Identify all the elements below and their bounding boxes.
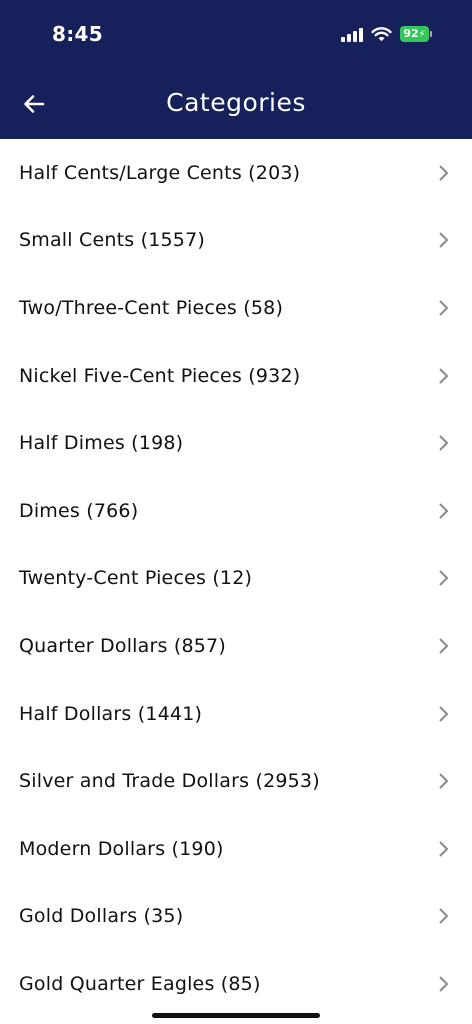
list-item[interactable]: Silver and Trade Dollars (2953)	[0, 747, 472, 815]
category-list: Half Cents/Large Cents (203) Small Cents…	[0, 139, 472, 1018]
wifi-icon	[371, 27, 392, 42]
list-item-label: Twenty-Cent Pieces (12)	[19, 567, 253, 590]
list-item-label: Nickel Five-Cent Pieces (932)	[19, 364, 301, 387]
charging-bolt-icon: ⚡	[418, 29, 426, 40]
nav-bar: Categories	[0, 70, 472, 139]
chevron-right-icon	[439, 908, 448, 924]
list-item[interactable]: Small Cents (1557)	[0, 207, 472, 275]
chevron-right-icon	[439, 976, 448, 992]
chevron-right-icon	[439, 773, 448, 789]
chevron-right-icon	[439, 570, 448, 586]
battery-tip	[430, 31, 432, 37]
list-item[interactable]: Gold Dollars (35)	[0, 883, 472, 951]
list-item[interactable]: Gold Quarter Eagles (85)	[0, 950, 472, 1018]
list-item[interactable]: Twenty-Cent Pieces (12)	[0, 545, 472, 613]
chevron-right-icon	[439, 300, 448, 316]
list-item[interactable]: Nickel Five-Cent Pieces (932)	[0, 342, 472, 410]
chevron-right-icon	[439, 841, 448, 857]
status-icons: 92⚡	[341, 26, 432, 42]
chevron-right-icon	[439, 165, 448, 181]
list-item[interactable]: Modern Dollars (190)	[0, 815, 472, 883]
list-item-label: Small Cents (1557)	[19, 229, 205, 252]
list-item[interactable]: Quarter Dollars (857)	[0, 612, 472, 680]
list-item-label: Gold Quarter Eagles (85)	[19, 972, 261, 995]
list-item[interactable]: Half Dimes (198)	[0, 409, 472, 477]
cellular-signal-icon	[341, 26, 363, 42]
status-time: 8:45	[52, 22, 103, 46]
list-item-label: Half Cents/Large Cents (203)	[19, 161, 301, 184]
screen: 8:45 92⚡ Categories Half Cents/Large Cen…	[0, 0, 472, 1024]
battery-icon: 92⚡	[400, 26, 432, 42]
list-item[interactable]: Dimes (766)	[0, 477, 472, 545]
chevron-right-icon	[439, 503, 448, 519]
list-item-label: Dimes (766)	[19, 499, 139, 522]
list-item[interactable]: Half Cents/Large Cents (203)	[0, 139, 472, 207]
battery-percent: 92	[403, 27, 419, 40]
battery-level: 92⚡	[400, 26, 429, 42]
list-item-label: Gold Dollars (35)	[19, 905, 184, 928]
list-item-label: Silver and Trade Dollars (2953)	[19, 770, 320, 793]
list-item-label: Modern Dollars (190)	[19, 837, 224, 860]
chevron-right-icon	[439, 232, 448, 248]
list-item-label: Quarter Dollars (857)	[19, 634, 226, 657]
list-item-label: Half Dimes (198)	[19, 432, 184, 455]
status-bar: 8:45 92⚡	[0, 0, 472, 70]
chevron-right-icon	[439, 368, 448, 384]
list-item-label: Two/Three-Cent Pieces (58)	[19, 296, 284, 319]
list-item-label: Half Dollars (1441)	[19, 702, 203, 725]
chevron-right-icon	[439, 638, 448, 654]
page-title: Categories	[166, 88, 306, 117]
list-item[interactable]: Two/Three-Cent Pieces (58)	[0, 274, 472, 342]
home-indicator[interactable]	[152, 1013, 320, 1018]
chevron-right-icon	[439, 706, 448, 722]
chevron-right-icon	[439, 435, 448, 451]
app-header: 8:45 92⚡ Categories	[0, 0, 472, 139]
list-item[interactable]: Half Dollars (1441)	[0, 680, 472, 748]
